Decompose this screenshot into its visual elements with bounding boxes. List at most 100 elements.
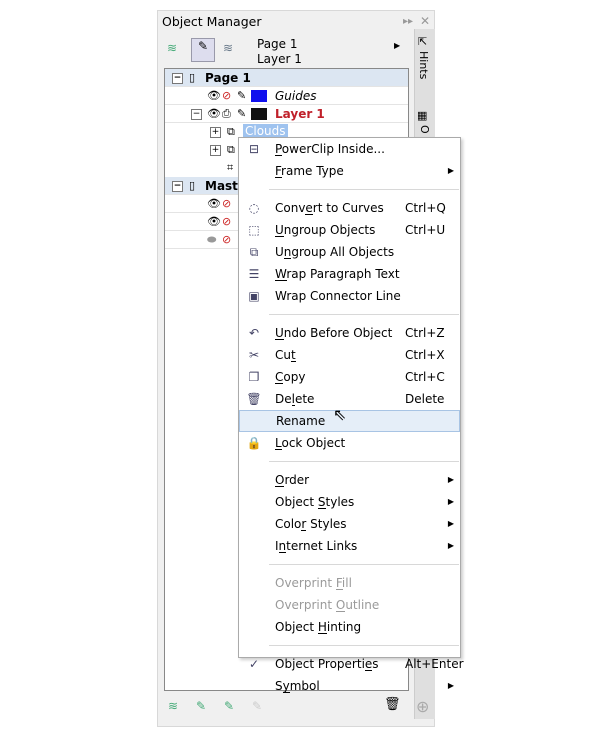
menu-item-object-hinting[interactable]: Object Hinting: [239, 616, 460, 638]
collapse-icon[interactable]: ▸▸: [403, 16, 413, 27]
mnemonic-underline: [278, 552, 287, 553]
menu-item-color-styles[interactable]: Color Styles ▶: [239, 513, 460, 535]
menu-item-label: Copy: [275, 370, 306, 384]
add-docker-icon[interactable]: ⊕: [416, 697, 429, 716]
print-disabled-icon[interactable]: ⊘: [222, 215, 231, 228]
menu-separator: [269, 461, 459, 462]
mnemonic-underline: [275, 339, 284, 340]
new-master-layer-icon[interactable]: ✎: [196, 699, 206, 713]
submenu-arrow-icon: ▶: [447, 519, 454, 528]
menu-item-label: Object Styles: [275, 495, 355, 509]
menu-item-ungroup-all-objects[interactable]: ⧉ Ungroup All Objects: [239, 241, 460, 263]
menu-item-overprint-fill[interactable]: Overprint Fill: [239, 572, 460, 594]
visibility-eye-icon[interactable]: 👁: [207, 89, 221, 102]
mnemonic-underline: [283, 258, 292, 259]
collapse-toggle[interactable]: −: [172, 73, 183, 84]
menu-separator: [269, 189, 459, 190]
context-menu: ⊟ PowerClip Inside... Frame Type ▶ ◌ Convert …: [238, 137, 464, 693]
tree-row-page1[interactable]: − ▯ Page 1: [165, 69, 408, 87]
tab-object-manager[interactable]: O: [418, 125, 431, 134]
mnemonic-underline: [317, 633, 327, 634]
menu-item-shortcut: Ctrl+Z: [405, 326, 445, 340]
show-properties-icon[interactable]: ≋: [167, 41, 177, 55]
new-master-layer-odd-icon[interactable]: ✎: [252, 699, 262, 713]
menu-item-internet-links[interactable]: Internet Links ▶: [239, 535, 460, 557]
menu-item-ungroup-objects[interactable]: ⬚ Ungroup Objects Ctrl+U: [239, 219, 460, 241]
menu-separator: [269, 314, 459, 315]
wrap-connector-icon: ▣: [248, 289, 260, 303]
menu-item-shortcut: Ctrl+X: [405, 348, 445, 362]
visibility-eye-icon[interactable]: 👁: [207, 107, 221, 120]
menu-item-label: Convert to Curves: [275, 201, 384, 215]
layer-manager-view-icon[interactable]: ≋: [223, 41, 233, 55]
menu-item-shortcut: Delete: [405, 392, 445, 406]
menu-item-lock-object[interactable]: 🔒 Lock Object: [239, 432, 460, 454]
menu-item-wrap-connector-line[interactable]: ▣ Wrap Connector Line: [239, 285, 460, 307]
collapse-toggle[interactable]: −: [191, 109, 202, 120]
menu-item-copy[interactable]: ❐ Copy Ctrl+C: [239, 366, 460, 388]
copy-icon: ❐: [248, 370, 260, 384]
mnemonic-underline: [291, 405, 295, 406]
menu-item-frame-type[interactable]: Frame Type ▶: [239, 160, 460, 182]
new-layer-icon[interactable]: ≋: [168, 699, 178, 713]
mnemonic-underline: [335, 611, 346, 612]
new-master-layer-even-icon[interactable]: ✎: [224, 699, 234, 713]
visibility-eye-icon[interactable]: 👁: [207, 197, 221, 210]
page-menu-arrow-icon[interactable]: ▶: [394, 41, 400, 50]
mnemonic-underline: [275, 155, 283, 156]
collapse-toggle[interactable]: −: [172, 181, 183, 192]
menu-item-object-properties[interactable]: ✓ Object Properties Alt+Enter: [239, 653, 464, 675]
menu-item-label: Rename: [276, 414, 326, 428]
menu-item-convert-to-curves[interactable]: ◌ Convert to Curves Ctrl+Q: [239, 197, 460, 219]
expand-toggle[interactable]: +: [210, 145, 221, 156]
clouds-label[interactable]: Clouds: [243, 124, 288, 138]
menu-item-symbol[interactable]: Symbol ▶: [239, 675, 460, 697]
menu-item-cut[interactable]: ✂ Cut Ctrl+X: [239, 344, 460, 366]
menu-item-label: PowerClip Inside...: [275, 142, 385, 156]
visibility-eye-icon[interactable]: 👁: [207, 215, 221, 228]
menu-item-delete[interactable]: 🗑 Delete Delete: [239, 388, 460, 410]
layer-color-swatch[interactable]: [251, 108, 267, 120]
menu-item-label: Wrap Connector Line: [275, 289, 401, 303]
menu-item-object-styles[interactable]: Object Styles ▶: [239, 491, 460, 513]
menu-item-powerclip-inside[interactable]: ⊟ PowerClip Inside...: [239, 138, 460, 160]
print-disabled-icon[interactable]: ⊘: [222, 197, 231, 210]
menu-item-shortcut: Alt+Enter: [405, 657, 464, 671]
tree-row-layer1[interactable]: − 👁 ⎙ ✎ Layer 1: [165, 105, 408, 123]
mnemonic-underline: [364, 670, 373, 671]
layer-color-swatch[interactable]: [251, 90, 267, 102]
menu-item-wrap-paragraph-text[interactable]: ☰ Wrap Paragraph Text: [239, 263, 460, 285]
print-disabled-icon[interactable]: ⊘: [222, 233, 231, 246]
menu-item-label: Lock Object: [275, 436, 346, 450]
delete-icon[interactable]: 🗑: [384, 697, 401, 712]
tree-row-guides[interactable]: 👁 ⊘ ✎ Guides: [165, 87, 408, 105]
scissors-icon: ✂: [248, 348, 260, 362]
hidden-eye-icon[interactable]: ⬬: [207, 233, 216, 247]
menu-item-rename[interactable]: Rename: [239, 410, 460, 432]
printer-icon[interactable]: ⎙: [222, 107, 231, 121]
menu-item-shortcut: Ctrl+C: [405, 370, 445, 384]
menu-item-overprint-outline[interactable]: Overprint Outline: [239, 594, 460, 616]
edit-pencil-icon[interactable]: ✎: [237, 89, 246, 102]
menu-item-label: Delete: [275, 392, 315, 406]
menu-item-label: Cut: [275, 348, 296, 362]
hints-icon: ⇱: [418, 35, 428, 48]
close-icon[interactable]: ✕: [420, 14, 430, 28]
menu-item-label: Color Styles: [275, 517, 347, 531]
menu-item-label: Ungroup Objects: [275, 223, 376, 237]
mnemonic-underline: [275, 280, 287, 281]
menu-item-label: Internet Links: [275, 539, 358, 553]
menu-separator: [269, 564, 459, 565]
mnemonic-underline: [275, 236, 284, 237]
menu-item-label: Undo Before Object: [275, 326, 393, 340]
edit-across-layers-icon[interactable]: ✎: [191, 38, 215, 62]
convert-curves-icon: ◌: [248, 201, 260, 215]
expand-toggle[interactable]: +: [210, 127, 221, 138]
menu-item-shortcut: Ctrl+Q: [405, 201, 446, 215]
edit-pencil-icon[interactable]: ✎: [237, 107, 246, 120]
menu-item-order[interactable]: Order ▶: [239, 469, 460, 491]
menu-item-undo-before-object[interactable]: ↶ Undo Before Object Ctrl+Z: [239, 322, 460, 344]
check-icon: ✓: [248, 657, 260, 671]
print-disabled-icon[interactable]: ⊘: [222, 89, 231, 102]
tab-hints[interactable]: Hints: [417, 51, 430, 79]
